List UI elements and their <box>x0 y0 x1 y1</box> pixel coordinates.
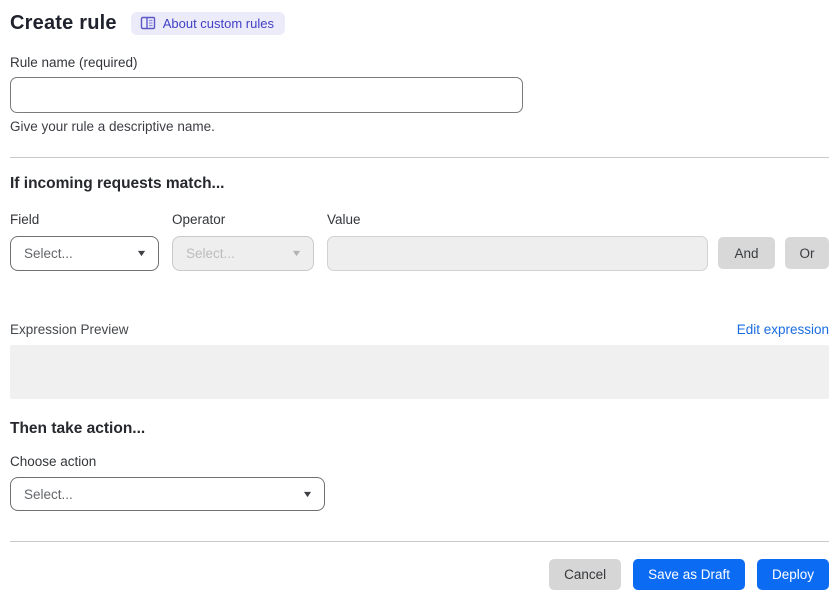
or-button[interactable]: Or <box>785 237 829 269</box>
choose-action-value: Select... <box>24 486 73 502</box>
value-label: Value <box>327 212 361 227</box>
field-column: Field Select... ▼ <box>10 212 159 271</box>
save-as-draft-button[interactable]: Save as Draft <box>633 559 745 590</box>
book-icon <box>140 16 156 30</box>
expression-preview-header: Expression Preview Edit expression <box>10 322 829 337</box>
value-column: Value <box>327 212 708 271</box>
match-section-heading: If incoming requests match... <box>10 175 225 192</box>
field-select-value: Select... <box>24 246 73 261</box>
deploy-button[interactable]: Deploy <box>756 559 829 590</box>
page-header: Create rule About custom rules <box>10 12 829 35</box>
condition-row: Field Select... ▼ Operator Select... ▼ V… <box>10 212 829 271</box>
operator-label: Operator <box>172 212 226 227</box>
footer-actions: Cancel Save as Draft Deploy <box>10 559 829 590</box>
expression-preview-box <box>10 345 829 399</box>
create-rule-page: Create rule About custom rules Rule name… <box>0 0 839 597</box>
value-input[interactable] <box>327 236 708 271</box>
chevron-down-icon: ▼ <box>301 488 314 499</box>
operator-select-value: Select... <box>186 246 235 261</box>
rule-name-helper: Give your rule a descriptive name. <box>10 119 215 134</box>
chevron-down-icon: ▼ <box>290 248 303 258</box>
page-title: Create rule <box>10 12 117 34</box>
cancel-button[interactable]: Cancel <box>549 559 622 590</box>
operator-select[interactable]: Select... ▼ <box>172 236 314 271</box>
about-badge-label: About custom rules <box>162 15 274 31</box>
chevron-down-icon: ▼ <box>135 248 148 258</box>
about-custom-rules-link[interactable]: About custom rules <box>130 12 285 35</box>
choose-action-select[interactable]: Select... ▼ <box>10 477 325 511</box>
rule-name-label: Rule name (required) <box>10 55 138 70</box>
operator-column: Operator Select... ▼ <box>172 212 314 271</box>
field-select[interactable]: Select... ▼ <box>10 236 159 271</box>
choose-action-label: Choose action <box>10 454 97 469</box>
section-divider <box>10 157 829 158</box>
footer-divider <box>10 541 829 542</box>
action-section-heading: Then take action... <box>10 420 146 437</box>
edit-expression-link[interactable]: Edit expression <box>737 322 829 337</box>
field-label: Field <box>10 212 40 227</box>
expression-preview-label: Expression Preview <box>10 322 129 337</box>
and-button[interactable]: And <box>718 237 775 269</box>
rule-name-input[interactable] <box>10 77 523 113</box>
